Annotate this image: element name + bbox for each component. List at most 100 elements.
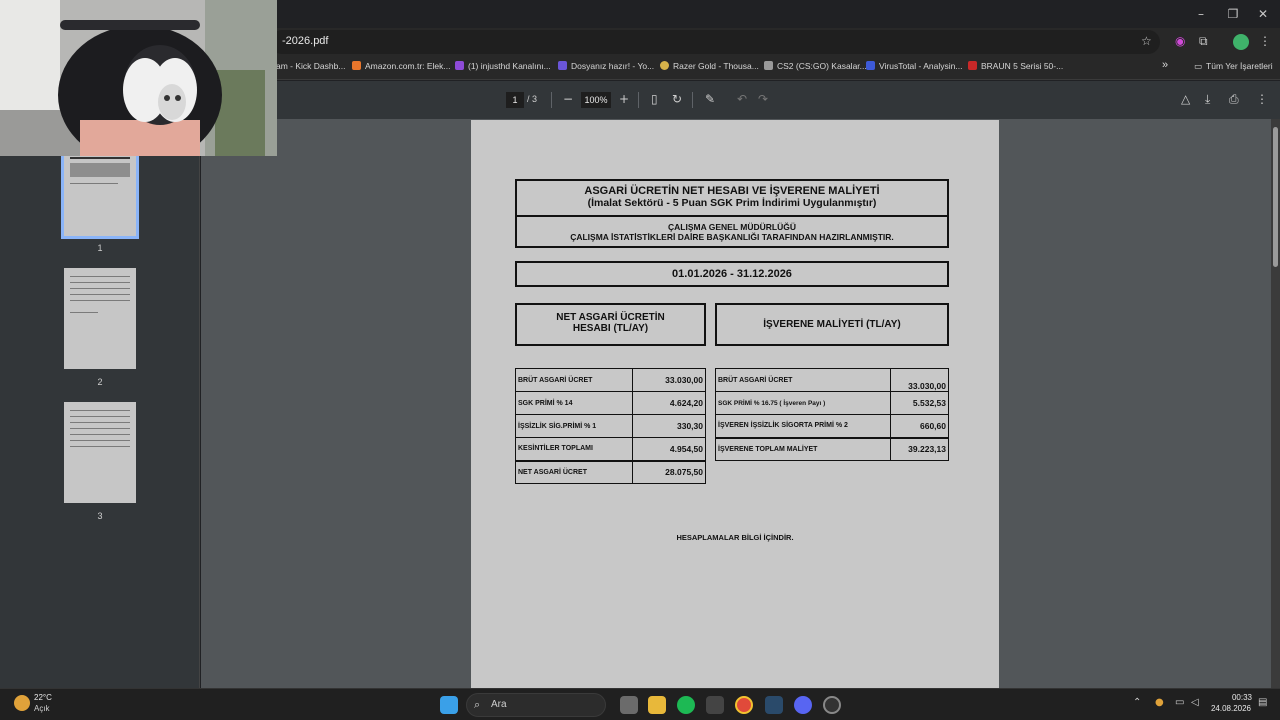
page-thumbnail-2[interactable]: [64, 268, 136, 369]
zoom-input[interactable]: 100%: [581, 92, 611, 108]
bookmark-item[interactable]: Razer Gold - Thousa...: [660, 61, 759, 71]
tray-expand-icon[interactable]: ⌃: [1133, 697, 1141, 708]
thumbnail-number: 2: [97, 377, 103, 387]
document-title: ASGARİ ÜCRETİN NET HESABI VE İŞVERENE MA…: [584, 185, 880, 197]
discord-icon[interactable]: [794, 696, 812, 714]
redo-icon[interactable]: ↷: [758, 92, 768, 106]
weather-temperature: 22°C: [34, 693, 52, 702]
bookmark-item[interactable]: BRAUN 5 Serisi 50-...: [968, 61, 1063, 71]
row-label: KESİNTİLER TOPLAMI: [515, 437, 633, 461]
minimize-button[interactable]: –: [1190, 4, 1212, 24]
net-wage-table: BRÜT ASGARİ ÜCRET 33.030,00 SGK PRİMİ % 1…: [515, 368, 706, 484]
weather-description: Açık: [34, 704, 50, 713]
row-value: 5.532,53: [890, 391, 949, 415]
url-field[interactable]: -2026.pdf: [270, 30, 1160, 54]
star-icon[interactable]: ☆: [1141, 34, 1152, 48]
braun-icon: [968, 61, 977, 70]
zoom-in-icon[interactable]: +: [619, 92, 629, 106]
zoom-out-icon[interactable]: −: [563, 92, 573, 106]
row-value: 4.624,20: [632, 391, 706, 415]
app-icon[interactable]: [706, 696, 724, 714]
fit-page-icon[interactable]: ▯: [651, 92, 658, 106]
thumb-line: [70, 446, 130, 447]
thumb-line: [70, 282, 130, 283]
scrollbar-thumb[interactable]: [1273, 127, 1278, 267]
table-row: İŞVEREN İŞSİZLİK SİGORTA PRİMİ % 2 660,60: [715, 414, 949, 438]
steam-icon[interactable]: [765, 696, 783, 714]
undo-icon[interactable]: ↶: [737, 92, 747, 106]
annotate-icon[interactable]: ✎: [705, 92, 715, 106]
pdf-page: ASGARİ ÜCRETİN NET HESABI VE İŞVERENE MA…: [471, 120, 999, 688]
webcam-feed: [0, 0, 277, 156]
spotify-icon[interactable]: [677, 696, 695, 714]
table-row: SGK PRİMİ % 14 4.624,20: [515, 391, 706, 415]
menu-icon[interactable]: ⋮: [1259, 34, 1271, 48]
webcam-overlay: [0, 0, 277, 156]
thumbnail-number: 3: [97, 511, 103, 521]
row-label: İŞVEREN İŞSİZLİK SİGORTA PRİMİ % 2: [715, 414, 891, 438]
row-value: 28.075,50: [632, 459, 706, 484]
razer-gold-icon: [660, 61, 669, 70]
page-thumbnail-1[interactable]: [61, 150, 139, 239]
all-bookmarks[interactable]: ▭ Tüm Yer İşaretleri: [1194, 61, 1273, 72]
weather-icon: [14, 695, 30, 711]
chrome-icon[interactable]: [735, 696, 753, 714]
row-value: 39.223,13: [890, 436, 949, 461]
twitch-icon: [455, 61, 464, 70]
thumb-line: [70, 440, 130, 441]
row-value: 4.954,50: [632, 437, 706, 461]
maximize-button[interactable]: ❐: [1222, 4, 1244, 24]
network-icon[interactable]: ▭: [1175, 697, 1184, 708]
microphone-icon[interactable]: ●: [1155, 697, 1164, 708]
page-total: / 3: [527, 94, 538, 104]
thumb-line: [70, 288, 130, 289]
bookmark-item[interactable]: CS2 (CS:GO) Kasalar...: [764, 61, 867, 71]
obs-icon[interactable]: [823, 696, 841, 714]
drive-icon[interactable]: △: [1181, 92, 1190, 106]
puzzle-icon[interactable]: ⧉: [1199, 34, 1208, 49]
row-value: 330,30: [632, 414, 706, 438]
task-view-icon[interactable]: [620, 696, 638, 714]
cs2-icon: [764, 61, 773, 70]
amazon-icon: [352, 61, 361, 70]
extension-icon[interactable]: ◉: [1175, 34, 1185, 48]
bookmark-item[interactable]: am - Kick Dashb...: [276, 61, 345, 71]
table-row: BRÜT ASGARİ ÜCRET 33.030,00: [515, 368, 706, 392]
thumbnail-sidebar: 1 2 3: [0, 119, 200, 688]
table-row: BRÜT ASGARİ ÜCRET 33.030,00: [715, 368, 949, 392]
bookmark-item[interactable]: Dosyanız hazır! - Yo...: [558, 61, 654, 71]
notification-icon[interactable]: ▤: [1258, 697, 1267, 708]
table-row: İŞSİZLİK SİG.PRİMİ % 1 330,30: [515, 414, 706, 438]
page-number-input[interactable]: 1: [506, 92, 524, 108]
search-placeholder: Ara: [491, 699, 507, 710]
bookmark-item[interactable]: (1) injusthd Kanalını...: [455, 61, 551, 71]
table-row: NET ASGARİ ÜCRET 28.075,50: [515, 459, 706, 484]
bookmark-item[interactable]: Amazon.com.tr: Elek...: [352, 61, 451, 71]
row-label: BRÜT ASGARİ ÜCRET: [715, 368, 891, 392]
print-icon[interactable]: ⎙: [1229, 92, 1239, 107]
bookmarks-more-button[interactable]: »: [1162, 59, 1168, 71]
document-subtitle: (İmalat Sektörü - 5 Puan SGK Prim İndiri…: [587, 197, 877, 209]
rotate-icon[interactable]: ↻: [672, 92, 682, 106]
net-header-line: NET ASGARİ ÜCRETİN: [556, 312, 665, 323]
period-text: 01.01.2026 - 31.12.2026: [672, 268, 792, 280]
clock-date[interactable]: 24.08.2026: [1206, 704, 1256, 713]
bookmark-item[interactable]: VirusTotal - Analysin...: [866, 61, 962, 71]
volume-icon[interactable]: ◁: [1191, 697, 1199, 708]
close-button[interactable]: ✕: [1252, 4, 1274, 24]
virustotal-icon: [866, 61, 875, 70]
download-icon[interactable]: ⤓: [1205, 92, 1210, 107]
divider: [638, 92, 639, 108]
more-menu-icon[interactable]: ⋮: [1256, 92, 1268, 106]
page-thumbnail-3[interactable]: [64, 402, 136, 503]
row-label: SGK PRİMİ % 14: [515, 391, 633, 415]
taskbar-search[interactable]: ⌕ Ara: [466, 693, 606, 717]
employer-cost-table: BRÜT ASGARİ ÜCRET 33.030,00 SGK PRİMİ % 1…: [715, 368, 949, 461]
file-explorer-icon[interactable]: [648, 696, 666, 714]
thumb-line: [70, 434, 130, 435]
clock-time[interactable]: 00:33: [1222, 693, 1262, 702]
profile-avatar[interactable]: [1233, 34, 1249, 50]
thumb-line: [70, 300, 130, 301]
windows-start-icon[interactable]: [440, 696, 458, 714]
folder-icon: ▭: [1194, 62, 1203, 72]
